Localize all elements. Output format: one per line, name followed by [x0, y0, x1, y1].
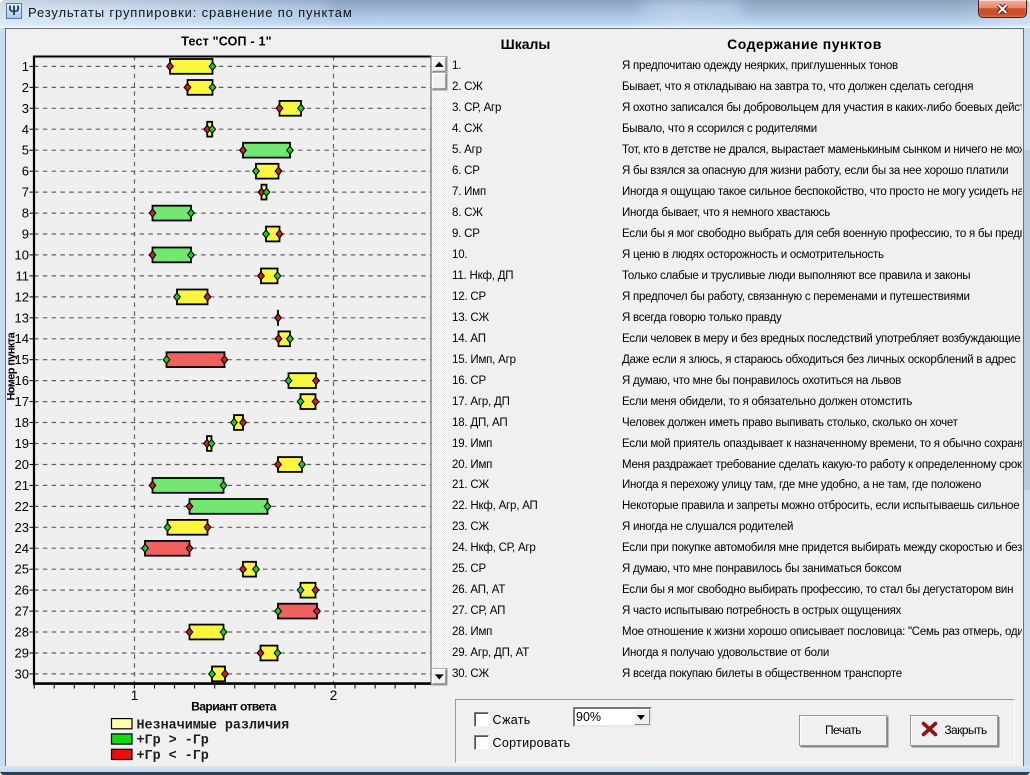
svg-text:8: 8: [22, 206, 29, 221]
svg-text:9: 9: [22, 227, 29, 242]
svg-text:Вариант ответа: Вариант ответа: [191, 700, 277, 714]
svg-text:18: 18: [15, 415, 29, 430]
svg-text:Незначимые различия: Незначимые различия: [137, 718, 290, 733]
svg-text:10: 10: [15, 247, 29, 262]
svg-text:13: 13: [15, 310, 29, 325]
svg-text:28: 28: [15, 625, 29, 640]
svg-text:Номер пункта: Номер пункта: [6, 331, 18, 400]
svg-text:5: 5: [22, 143, 29, 158]
svg-text:26: 26: [15, 583, 29, 598]
svg-text:+Гр > -Гр: +Гр > -Гр: [137, 734, 209, 749]
svg-text:30: 30: [15, 666, 29, 681]
svg-text:22: 22: [15, 499, 29, 514]
svg-text:19: 19: [15, 436, 29, 451]
svg-text:2: 2: [22, 80, 29, 95]
svg-text:7: 7: [22, 185, 29, 200]
svg-text:25: 25: [15, 562, 29, 577]
svg-text:20: 20: [15, 457, 29, 472]
svg-text:24: 24: [15, 541, 29, 556]
svg-text:1: 1: [22, 59, 29, 74]
svg-text:2: 2: [330, 688, 338, 703]
svg-text:Тест "СОП - 1": Тест "СОП - 1": [181, 35, 271, 49]
svg-text:29: 29: [15, 646, 29, 661]
svg-text:21: 21: [15, 478, 29, 493]
svg-text:12: 12: [15, 289, 29, 304]
svg-text:23: 23: [15, 520, 29, 535]
svg-text:+Гр < -Гр: +Гр < -Гр: [137, 749, 209, 764]
svg-text:6: 6: [22, 164, 29, 179]
svg-text:1: 1: [131, 688, 139, 703]
svg-text:4: 4: [22, 122, 29, 137]
svg-text:3: 3: [22, 101, 29, 116]
svg-text:27: 27: [15, 604, 29, 619]
svg-text:11: 11: [16, 268, 30, 283]
